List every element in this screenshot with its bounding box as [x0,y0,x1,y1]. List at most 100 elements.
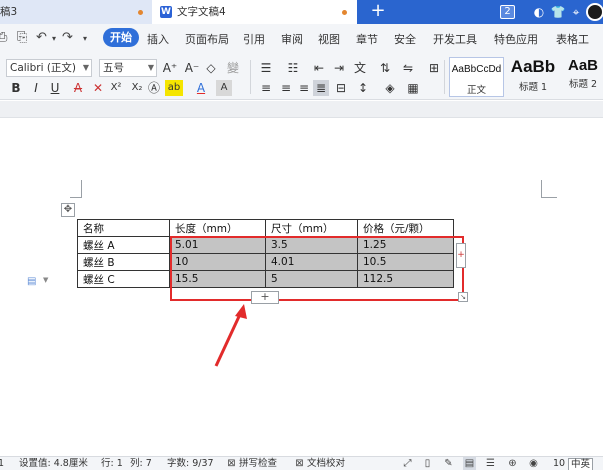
input-language-indicator[interactable]: 中英 [568,458,594,470]
avatar[interactable] [586,3,603,21]
table-cell[interactable]: 螺丝 C [77,270,170,288]
undo-dropdown-icon[interactable]: ▾ [52,34,56,43]
undo-icon[interactable]: ↶ [36,30,47,45]
sort-icon[interactable]: ⇅ [377,60,393,76]
table-move-handle[interactable]: ✥ [61,203,75,217]
increase-indent-icon[interactable]: ⇥ [331,60,347,76]
show-marks-icon[interactable]: ⇋ [400,60,416,76]
page-number[interactable]: 1 [0,458,4,470]
subscript-button[interactable]: X₂ [129,80,145,96]
new-tab-button[interactable]: + [368,0,388,24]
web-view-icon[interactable]: ⊕ [506,457,519,470]
style-heading-2[interactable]: AaB 标题 2 [563,57,603,97]
menu-security[interactable]: 安全 [394,31,416,47]
underline-button[interactable]: U [47,80,63,96]
setting-value[interactable]: 设置值: 4.8厘米 [19,458,88,470]
menu-home[interactable]: 开始 [103,28,139,47]
menu-chapter[interactable]: 章节 [356,31,378,47]
char-shading-icon[interactable]: A [216,80,232,96]
reading-mode-icon[interactable]: ▯ [421,457,434,470]
outline-view-icon[interactable]: ☰ [484,457,497,470]
page-view-icon[interactable]: ▤ [463,457,476,470]
justify-icon[interactable]: ≣ [313,80,329,96]
print-icon[interactable]: ⎘ [17,30,27,45]
table-cell[interactable]: 螺丝 A [77,236,170,254]
style-normal[interactable]: AaBbCcDd 正文 [449,57,504,97]
table-grid-icon[interactable]: ⊞ [426,60,442,76]
eye-protect-icon[interactable]: ◉ [527,457,540,470]
divider [444,60,445,94]
chevron-down-icon[interactable]: ▼ [43,276,48,284]
column-indicator[interactable]: 列: 7 [130,458,152,470]
table-resize-handle[interactable]: ↘ [458,292,468,302]
bold-button[interactable]: B [8,80,24,96]
clear-format-button[interactable]: ◇ [203,60,219,76]
table-cell[interactable]: 价格（元/颗） [357,219,454,237]
font-size-select[interactable]: 五号 ▼ [99,59,157,77]
font-size-value: 五号 [103,62,124,74]
align-left-icon[interactable]: ≡ [258,80,274,96]
menu-developer-tools[interactable]: 开发工具 [433,31,477,47]
doc-proof-icon: ⊠ [295,458,304,469]
clear-button[interactable]: ✕ [90,80,106,96]
shirt-icon[interactable]: 👕 [550,4,566,20]
save-icon[interactable]: ⎙ [0,30,7,45]
shading-icon[interactable]: ◈ [382,80,398,96]
font-color-icon[interactable]: A [193,80,209,96]
redo-icon[interactable]: ↷ [62,30,73,45]
italic-button[interactable]: I [28,80,44,96]
table-header-row: 名称 长度（mm） 尺寸（mm） 价格（元/颗） [77,219,454,237]
shrink-font-button[interactable]: A⁻ [184,60,200,76]
zoom-level[interactable]: 10 [553,458,565,470]
numbered-list-icon[interactable]: ☷ [285,60,301,76]
style-heading-1[interactable]: AaBb 标题 1 [506,57,560,97]
row-indicator[interactable]: 行: 1 [101,458,123,470]
add-row-button[interactable]: + [251,291,279,304]
window-count-badge[interactable]: 2 [500,5,515,19]
decrease-indent-icon[interactable]: ⇤ [311,60,327,76]
bullet-list-icon[interactable]: ☰ [258,60,274,76]
quick-access-dropdown-icon[interactable]: ▾ [83,34,87,43]
align-right-icon[interactable]: ≡ [296,80,312,96]
pin-icon[interactable]: ⌖ [568,4,584,20]
tab-document-4[interactable]: W 文字文稿4 [152,0,357,24]
table-cell[interactable]: 螺丝 B [77,253,170,271]
word-count[interactable]: 字数: 9/37 [167,458,214,470]
paragraph-layout-icon[interactable]: ▤ [27,276,39,288]
title-bar: 稿3 W 文字文稿4 + 2 ◐ 👕 ⌖ [0,0,603,24]
spell-check-button[interactable]: 拼写检查 [239,458,277,470]
menu-special-apps[interactable]: 特色应用 [494,31,538,47]
selection-annotation-box [170,236,464,301]
menu-view[interactable]: 视图 [318,31,340,47]
doc-proof-button[interactable]: 文档校对 [307,458,345,470]
skin-icon[interactable]: ◐ [531,4,547,20]
chinese-layout-icon[interactable]: 文 [352,60,368,76]
menu-review[interactable]: 审阅 [281,31,303,47]
strikethrough-button[interactable]: A [70,80,86,96]
font-name-select[interactable]: Calibri (正文) ▼ [6,59,92,77]
document-gutter [0,101,603,118]
status-bar: 1 设置值: 4.8厘米 行: 1 列: 7 字数: 9/37 ⊠ 拼写检查 ⊠… [0,456,603,470]
menu-page-layout[interactable]: 页面布局 [185,31,229,47]
distribute-icon[interactable]: ⊟ [333,80,349,96]
text-effect-icon[interactable]: Ⓐ [146,80,162,96]
add-column-button[interactable]: + [456,243,466,268]
menu-references[interactable]: 引用 [243,31,265,47]
highlight-icon[interactable]: ab [165,80,183,96]
menu-insert[interactable]: 插入 [147,31,169,47]
borders-icon[interactable]: ▦ [405,80,421,96]
tab-label: 稿3 [0,6,18,18]
pinyin-guide-button[interactable]: 變 [225,60,241,76]
align-center-icon[interactable]: ≡ [278,80,294,96]
table-cell[interactable]: 名称 [77,219,170,237]
grow-font-button[interactable]: A⁺ [162,60,178,76]
table-cell[interactable]: 长度（mm） [169,219,266,237]
line-spacing-icon[interactable]: ↕ [355,80,371,96]
table-cell[interactable]: 尺寸（mm） [265,219,358,237]
tab-document-3[interactable]: 稿3 [0,0,152,24]
superscript-button[interactable]: X² [108,80,124,96]
fullscreen-icon[interactable]: ⤢ [401,457,414,470]
page-margin-corner [541,180,557,198]
edit-pen-icon[interactable]: ✎ [442,457,455,470]
menu-table-tools[interactable]: 表格工 [556,31,589,47]
